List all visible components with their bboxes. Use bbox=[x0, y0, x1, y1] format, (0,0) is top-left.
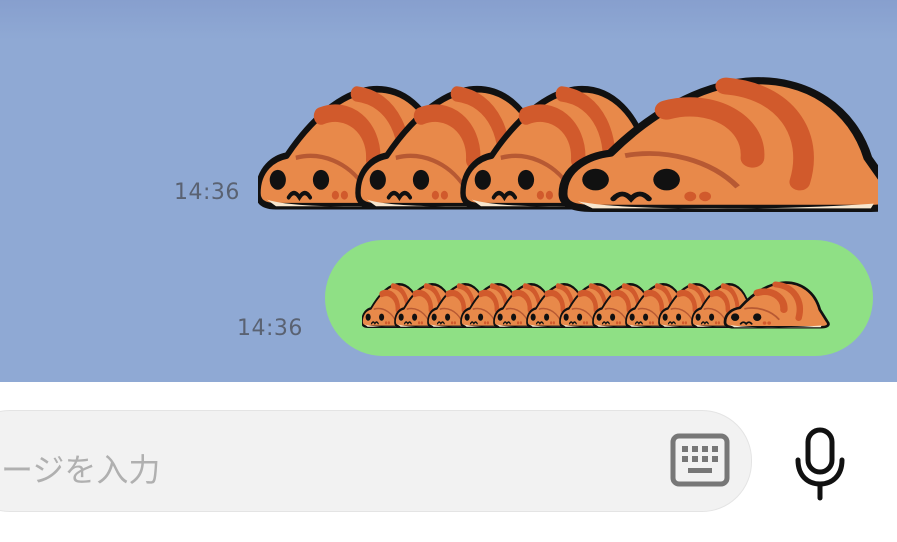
chat-area: 14:36 14:36 bbox=[0, 0, 897, 382]
message-input-placeholder: ージを入力 bbox=[1, 451, 161, 489]
microphone-icon[interactable] bbox=[790, 426, 850, 502]
chat-top-fade bbox=[0, 0, 897, 40]
message-timestamp: 14:36 bbox=[237, 316, 303, 341]
message-input-field[interactable]: ージを入力 bbox=[0, 410, 752, 512]
message-input-bar: ージを入力 bbox=[0, 382, 897, 542]
message-timestamp: 14:36 bbox=[174, 180, 240, 205]
snake-sticker-large[interactable] bbox=[258, 62, 878, 220]
snake-sticker-small-row[interactable] bbox=[362, 276, 832, 330]
keyboard-icon[interactable] bbox=[670, 430, 730, 490]
